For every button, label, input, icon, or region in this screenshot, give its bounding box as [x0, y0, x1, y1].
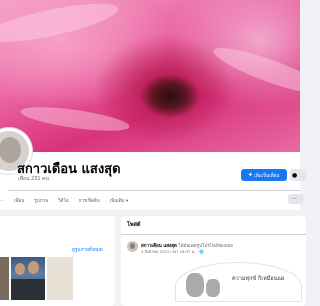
sketch-figure — [206, 279, 220, 297]
photo-thumbnail[interactable] — [0, 257, 9, 300]
ellipsis-icon: ··· — [292, 196, 297, 202]
posts-heading: โพสต์ — [127, 222, 141, 228]
more-options-button[interactable]: ··· — [288, 194, 304, 204]
friends-count[interactable]: เพื่อน 231 คน — [18, 175, 49, 183]
cover-photo[interactable] — [0, 0, 300, 152]
add-friend-button[interactable]: ✚ เพิ่มเป็นเพื่อน — [241, 169, 287, 181]
post-image[interactable]: ความทุกข์ ก็เหมือนแผ — [175, 262, 302, 302]
photo-thumbnail[interactable] — [47, 257, 73, 300]
post-author: สกาวเดือน แสงสุด ได้อัพเดตรูปโปรไฟล์ของเ… — [141, 242, 233, 249]
cover-petal-highlight — [209, 40, 300, 102]
tab-videos[interactable]: วิดีโอ — [53, 197, 74, 204]
tab-posts[interactable]: … — [0, 198, 9, 203]
photo-clothing — [11, 279, 45, 300]
photo-thumbnail[interactable] — [11, 257, 45, 300]
post-author-avatar[interactable] — [127, 241, 138, 252]
cover-petal-highlight — [19, 102, 131, 136]
tab-checkins[interactable]: การเช็คอิน — [74, 197, 105, 204]
person-plus-icon: ✚ — [248, 172, 253, 178]
post-image-caption: ความทุกข์ ก็เหมือนแผ — [232, 276, 285, 282]
profile-tabs: … เพื่อน รูปภาพ วิดีโอ การเช็คอิน เพิ่มเ… — [0, 191, 133, 210]
messenger-icon: ● — [292, 171, 298, 179]
tab-friends[interactable]: เพื่อน — [9, 197, 29, 204]
message-button[interactable]: ● — [290, 169, 306, 181]
cover-petal-highlight — [0, 0, 122, 51]
tab-photos[interactable]: รูปภาพ — [29, 197, 53, 204]
posts-divider — [121, 234, 306, 235]
tab-more[interactable]: เพิ่มเติม ▾ — [105, 197, 134, 204]
post-timestamp[interactable]: 1 สิงหาคม 2021 เวลา 16:37 น. · 🌐 — [141, 249, 204, 255]
person-face — [28, 261, 39, 274]
add-friend-label: เพิ่มเป็นเพื่อน — [254, 173, 280, 179]
sketch-figure — [186, 273, 204, 297]
person-face — [15, 263, 25, 275]
see-all-photos-link[interactable]: ดูรูปภาพทั้งหมด — [72, 246, 103, 253]
